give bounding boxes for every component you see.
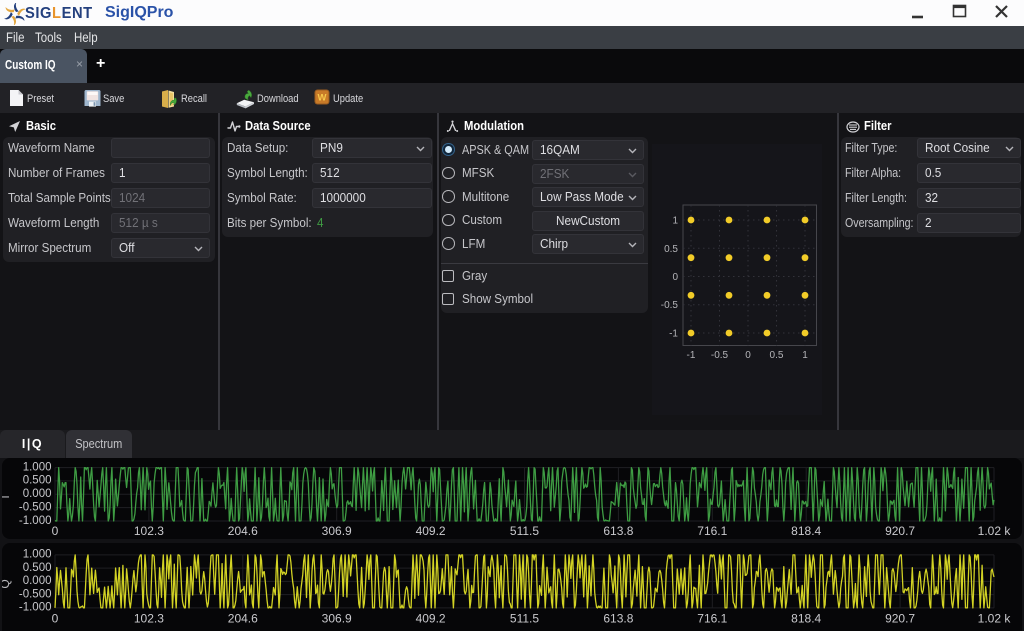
svg-text:0.5: 0.5 (664, 244, 678, 255)
svg-text:613.8: 613.8 (603, 612, 633, 626)
svg-text:1.000: 1.000 (23, 549, 52, 561)
svg-text:613.8: 613.8 (603, 524, 633, 538)
svg-text:409.2: 409.2 (416, 524, 446, 538)
svg-text:0.500: 0.500 (23, 562, 52, 574)
svg-text:204.6: 204.6 (228, 524, 258, 538)
svg-text:-1.000: -1.000 (19, 602, 52, 614)
svg-text:0.500: 0.500 (23, 475, 52, 487)
svg-text:0.5: 0.5 (770, 350, 784, 361)
svg-text:Q: Q (2, 579, 12, 588)
svg-text:1: 1 (672, 216, 678, 227)
svg-text:0: 0 (52, 612, 59, 626)
svg-text:1.000: 1.000 (23, 461, 52, 473)
svg-text:-1: -1 (669, 329, 678, 340)
svg-text:0.000: 0.000 (23, 575, 52, 587)
svg-text:-0.5: -0.5 (661, 300, 679, 311)
svg-text:102.3: 102.3 (134, 612, 164, 626)
svg-text:511.5: 511.5 (510, 524, 539, 538)
svg-text:1: 1 (802, 350, 808, 361)
svg-text:716.1: 716.1 (697, 612, 727, 626)
svg-text:204.6: 204.6 (228, 612, 258, 626)
svg-text:0: 0 (672, 272, 678, 283)
svg-text:-1: -1 (687, 350, 696, 361)
svg-text:I: I (2, 495, 12, 498)
svg-text:-0.500: -0.500 (19, 588, 52, 600)
svg-text:0: 0 (745, 350, 751, 361)
svg-text:511.5: 511.5 (510, 612, 539, 626)
svg-text:0: 0 (52, 524, 59, 538)
svg-text:1.02 k: 1.02 k (978, 612, 1012, 626)
svg-text:W: W (318, 93, 327, 104)
svg-text:818.4: 818.4 (791, 612, 821, 626)
svg-text:818.4: 818.4 (791, 524, 821, 538)
svg-text:102.3: 102.3 (134, 524, 164, 538)
svg-text:-0.5: -0.5 (711, 350, 729, 361)
svg-text:-0.500: -0.500 (19, 501, 52, 513)
svg-text:716.1: 716.1 (697, 524, 727, 538)
svg-text:306.9: 306.9 (322, 524, 352, 538)
svg-text:-1.000: -1.000 (19, 515, 52, 527)
svg-text:409.2: 409.2 (416, 612, 446, 626)
svg-text:306.9: 306.9 (322, 612, 352, 626)
svg-text:920.7: 920.7 (885, 612, 915, 626)
svg-text:1.02 k: 1.02 k (978, 524, 1012, 538)
svg-text:920.7: 920.7 (885, 524, 915, 538)
svg-text:0.000: 0.000 (23, 488, 52, 500)
